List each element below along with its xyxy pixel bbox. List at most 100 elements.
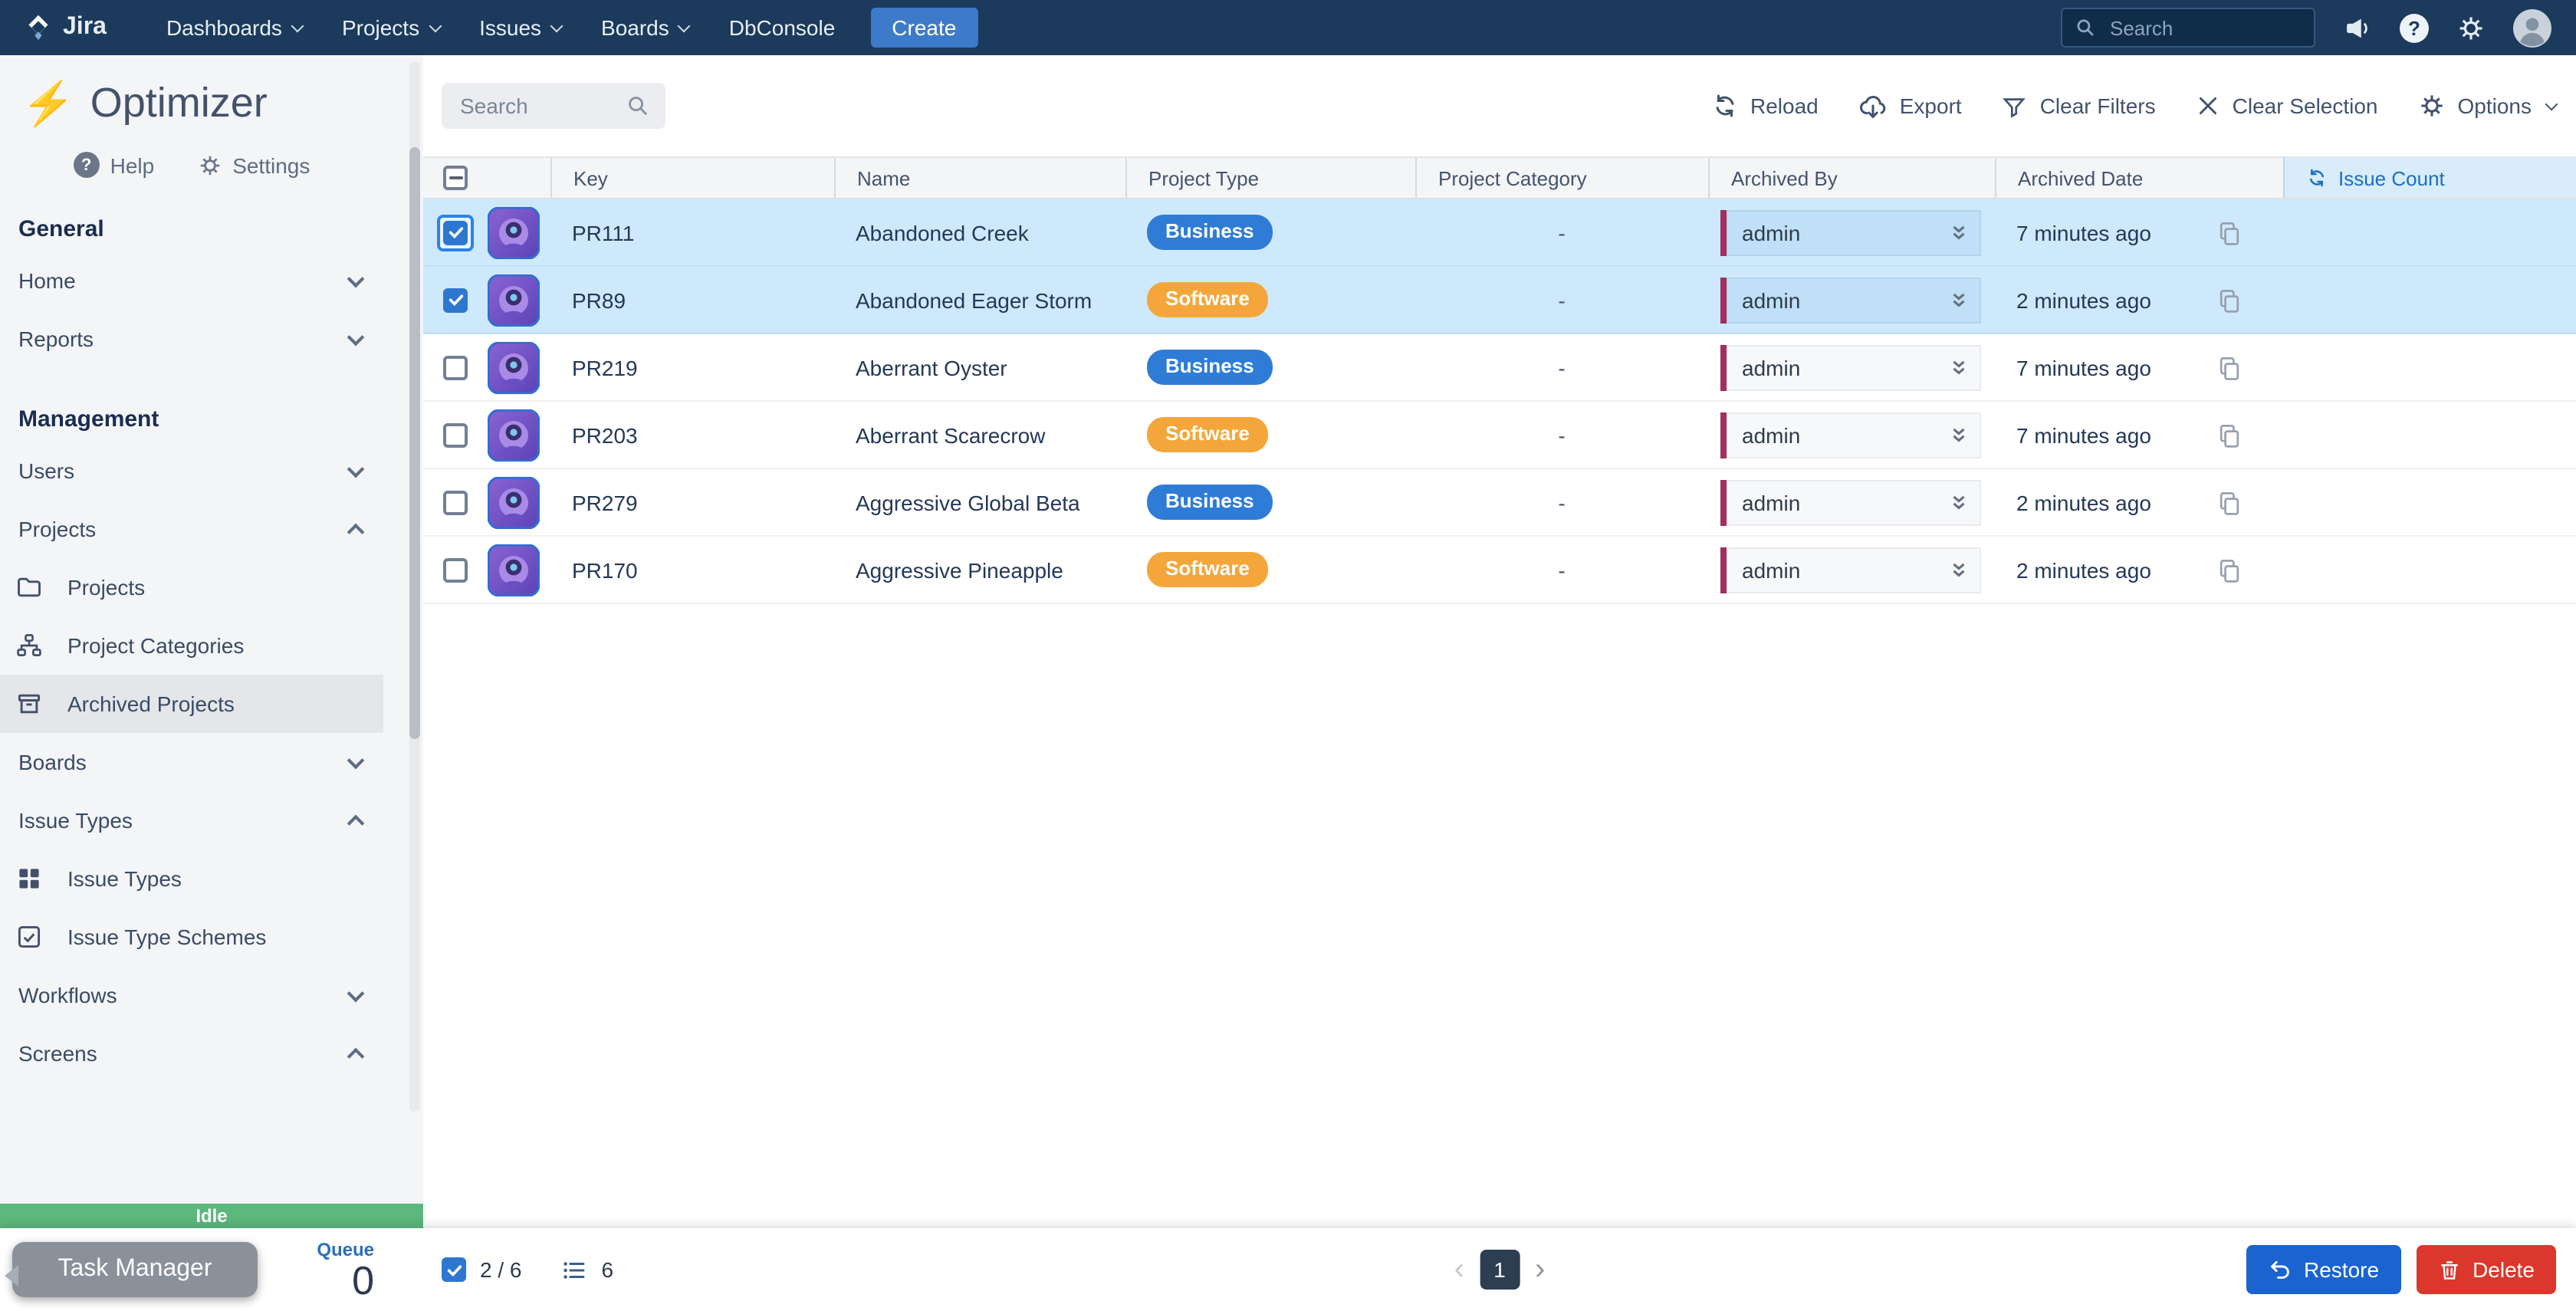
select-all-checkbox[interactable] <box>443 166 468 190</box>
sidebar-item-issue-types[interactable]: Issue Types <box>0 791 383 849</box>
table-row[interactable]: PR170 Aggressive Pineapple Software - ad… <box>423 537 2576 604</box>
archived-by-select[interactable]: admin <box>1720 547 1981 593</box>
row-checkbox[interactable] <box>443 288 468 312</box>
sidebar-item-archived-projects[interactable]: Archived Projects <box>0 675 383 733</box>
chevron-down-icon <box>291 19 304 32</box>
archived-by-select[interactable]: admin <box>1720 344 1981 390</box>
nav-projects[interactable]: Projects <box>322 0 459 55</box>
sidebar-item-label: Issue Type Schemes <box>67 925 266 949</box>
col-header-name[interactable]: Name <box>834 158 1125 198</box>
sidebar-item-workflows[interactable]: Workflows <box>0 966 383 1024</box>
col-header-project-category[interactable]: Project Category <box>1415 158 1708 198</box>
sidebar-item-home[interactable]: Home <box>0 251 383 310</box>
sidebar-item-issue-type-schemes[interactable]: Issue Type Schemes <box>0 908 383 966</box>
table-row[interactable]: PR279 Aggressive Global Beta Business - … <box>423 469 2576 537</box>
col-header-key[interactable]: Key <box>550 158 834 198</box>
help-icon[interactable]: ? <box>2400 13 2429 42</box>
reload-label: Reload <box>1750 94 1819 118</box>
col-header-archived-date[interactable]: Archived Date <box>1995 158 2283 198</box>
status-badge: Idle <box>0 1204 423 1228</box>
current-page-button[interactable]: 1 <box>1480 1250 1520 1290</box>
delete-button[interactable]: Delete <box>2416 1245 2556 1294</box>
sidebar-item-project-categories[interactable]: Project Categories <box>0 616 383 675</box>
create-button[interactable]: Create <box>870 8 978 48</box>
announcement-icon[interactable] <box>2343 13 2372 42</box>
table-row[interactable]: PR111 Abandoned Creek Business - admin 7… <box>423 199 2576 267</box>
sidebar-item-projects-sub[interactable]: Projects <box>0 558 383 616</box>
row-checkbox[interactable] <box>443 355 468 380</box>
task-manager-panel: Task Manager Queue 0 <box>0 1228 423 1311</box>
clear-selection-label: Clear Selection <box>2233 94 2378 118</box>
copy-icon[interactable] <box>2216 353 2243 381</box>
export-label: Export <box>1900 94 1962 118</box>
sidebar-item-boards[interactable]: Boards <box>0 733 383 791</box>
clear-filters-button[interactable]: Clear Filters <box>2002 93 2156 119</box>
next-page-button[interactable]: › <box>1535 1252 1545 1287</box>
global-search[interactable] <box>2061 8 2315 48</box>
copy-icon[interactable] <box>2216 286 2243 314</box>
nav-boards[interactable]: Boards <box>581 0 709 55</box>
task-manager-button[interactable]: Task Manager <box>12 1242 258 1297</box>
sidebar-item-screens[interactable]: Screens <box>0 1024 383 1083</box>
table-footer: 2 / 6 6 ‹ 1 › Restore <box>423 1228 2576 1311</box>
archived-by-select[interactable]: admin <box>1720 412 1981 458</box>
archived-by-select[interactable]: admin <box>1720 479 1981 525</box>
project-key: PR89 <box>550 267 834 333</box>
row-checkbox[interactable] <box>443 557 468 582</box>
archived-by-value: admin <box>1742 288 1800 312</box>
archived-date: 2 minutes ago <box>2016 288 2151 312</box>
reload-button[interactable]: Reload <box>1710 92 1819 120</box>
row-checkbox[interactable] <box>443 490 468 514</box>
copy-icon[interactable] <box>2216 421 2243 449</box>
footer-selected-checkbox[interactable] <box>442 1257 466 1282</box>
table-row[interactable]: PR219 Aberrant Oyster Business - admin 7… <box>423 334 2576 402</box>
archived-by-select[interactable]: admin <box>1720 277 1981 323</box>
archive-icon <box>15 690 43 718</box>
sidebar-item-users[interactable]: Users <box>0 442 383 500</box>
sidebar-scrollbar-track[interactable] <box>409 61 420 1112</box>
nav-issues[interactable]: Issues <box>459 0 581 55</box>
clear-selection-button[interactable]: Clear Selection <box>2196 94 2378 118</box>
optimizer-header: ⚡ Optimizer <box>0 71 383 133</box>
chevron-up-icon <box>347 524 365 541</box>
col-header-archived-by[interactable]: Archived By <box>1708 158 1995 198</box>
bottom-bar: Task Manager Queue 0 2 / 6 6 ‹ 1 <box>0 1228 2576 1311</box>
col-header-project-type[interactable]: Project Type <box>1125 158 1415 198</box>
copy-icon[interactable] <box>2216 556 2243 583</box>
nav-dashboards[interactable]: Dashboards <box>146 0 322 55</box>
sidebar-item-label: Project Categories <box>67 633 244 658</box>
restore-button[interactable]: Restore <box>2246 1245 2400 1294</box>
project-category: - <box>1415 334 1708 400</box>
user-avatar[interactable] <box>2513 8 2551 47</box>
jira-logo[interactable]: Jira <box>25 14 107 41</box>
row-checkbox[interactable] <box>443 220 468 245</box>
table-search[interactable] <box>442 83 665 129</box>
table-row[interactable]: PR203 Aberrant Scarecrow Software - admi… <box>423 402 2576 469</box>
double-chevron-icon <box>1949 290 1969 310</box>
table-toolbar: Reload Export Clear Filters <box>423 55 2576 156</box>
gear-icon[interactable] <box>2456 13 2486 42</box>
global-search-input[interactable] <box>2107 15 2291 41</box>
options-button[interactable]: Options <box>2418 92 2557 120</box>
sidebar-item-label: Boards <box>18 750 87 774</box>
col-header-issue-count[interactable]: Issue Count <box>2283 158 2576 198</box>
table-row[interactable]: PR89 Abandoned Eager Storm Software - ad… <box>423 267 2576 334</box>
copy-icon[interactable] <box>2216 488 2243 516</box>
row-checkbox[interactable] <box>443 422 468 447</box>
copy-icon[interactable] <box>2216 219 2243 246</box>
nav-dbconsole[interactable]: DbConsole <box>709 0 856 55</box>
export-button[interactable]: Export <box>1858 91 1962 120</box>
sidebar-item-reports[interactable]: Reports <box>0 310 383 368</box>
sidebar-item-issue-types-sub[interactable]: Issue Types <box>0 849 383 908</box>
nav-dbconsole-label: DbConsole <box>729 15 836 40</box>
sidebar-item-label: Users <box>18 458 74 483</box>
sidebar-settings-link[interactable]: Settings <box>197 152 310 178</box>
sidebar-scrollbar-thumb[interactable] <box>409 147 420 739</box>
sidebar-help-link[interactable]: ? Help <box>74 152 155 178</box>
collapse-sidebar-icon[interactable] <box>5 1265 18 1286</box>
gear-icon <box>197 153 222 177</box>
archived-by-select[interactable]: admin <box>1720 209 1981 255</box>
sidebar-item-projects[interactable]: Projects <box>0 500 383 558</box>
prev-page-button[interactable]: ‹ <box>1454 1252 1464 1287</box>
table-search-input[interactable] <box>457 92 610 120</box>
